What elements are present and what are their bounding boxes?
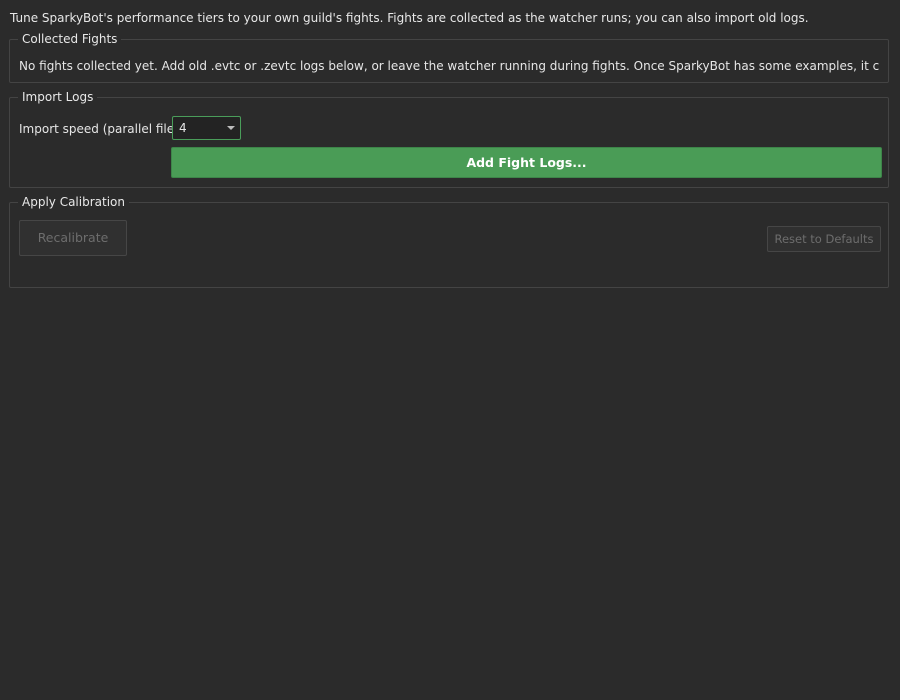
collected-fights-status: No fights collected yet. Add old .evtc o… <box>19 59 880 73</box>
reset-to-defaults-button[interactable]: Reset to Defaults <box>767 226 881 252</box>
import-speed-dropdown[interactable]: 4 <box>172 116 241 140</box>
import-logs-group: Import speed (parallel files): 4 Add Fig… <box>9 97 889 188</box>
recalibrate-button[interactable]: Recalibrate <box>19 220 127 256</box>
import-logs-title: Import Logs <box>18 90 98 104</box>
import-speed-label: Import speed (parallel files): <box>19 122 190 136</box>
intro-text: Tune SparkyBot's performance tiers to yo… <box>10 11 809 25</box>
add-fight-logs-button[interactable]: Add Fight Logs... <box>171 147 882 178</box>
collected-fights-clip: No fights collected yet. Add old .evtc o… <box>10 50 880 80</box>
chevron-down-icon <box>227 126 235 130</box>
collected-fights-title: Collected Fights <box>18 32 122 46</box>
apply-calibration-group: Recalibrate Reset to Defaults <box>9 202 889 288</box>
apply-calibration-title: Apply Calibration <box>18 195 129 209</box>
import-speed-value: 4 <box>179 121 187 135</box>
collected-fights-group: No fights collected yet. Add old .evtc o… <box>9 39 889 83</box>
